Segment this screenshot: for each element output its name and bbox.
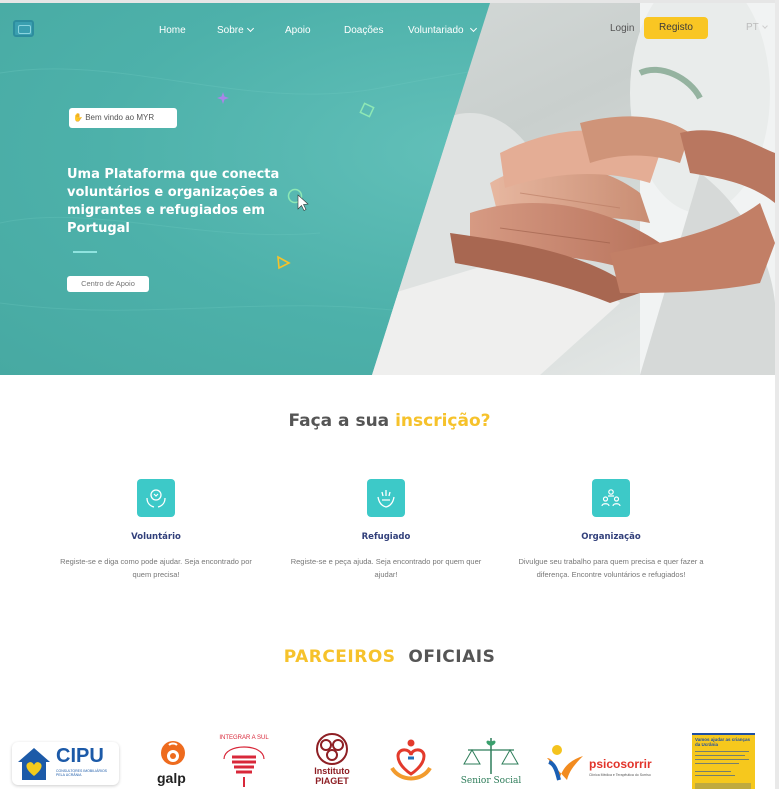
site-logo[interactable] xyxy=(13,20,34,37)
refugee-card-title: Refugiado xyxy=(361,532,411,542)
language-label: PT xyxy=(746,22,759,33)
hero-title: Uma Plataforma que conecta voluntários e… xyxy=(67,167,280,236)
hero-divider xyxy=(73,251,97,253)
diamond-shape-icon xyxy=(359,102,375,118)
partners-title: PARCEIROS OFICIAIS xyxy=(0,647,779,667)
poster-text-line xyxy=(695,751,749,752)
nav-apoio[interactable]: Apoio xyxy=(285,25,311,36)
psicosorrir-caption: Clínica Médica e Terapêutica do Sorriso xyxy=(589,773,651,777)
top-navigation: Home Sobre Apoio Doações Voluntariado Lo… xyxy=(0,0,779,60)
poster-text-line xyxy=(695,775,735,776)
partners-title-rest: OFICIAIS xyxy=(408,647,496,667)
nav-home[interactable]: Home xyxy=(159,25,186,36)
volunteer-card-description: Registe-se e diga como pode ajudar. Seja… xyxy=(60,557,252,579)
galp-wordmark: galp xyxy=(157,770,186,786)
register-button[interactable]: Registo xyxy=(644,17,708,39)
poster-text-line xyxy=(695,771,731,772)
nav-voluntariado-label: Voluntariado xyxy=(408,25,464,36)
partner-logo-senior-social[interactable]: Senior Social xyxy=(460,736,522,789)
partner-logo-psicosorrir[interactable]: psicosorrir Clínica Médica e Terapêutica… xyxy=(545,742,660,782)
triangle-shape-icon xyxy=(277,255,291,270)
signup-title: Faça a sua inscrição? xyxy=(0,411,779,431)
volunteer-card-title: Voluntário xyxy=(131,532,181,542)
organization-card-description: Divulgue seu trabalho para quem precisa … xyxy=(518,557,704,579)
chevron-down-icon xyxy=(469,24,477,33)
login-link[interactable]: Login xyxy=(610,23,634,34)
signup-title-highlight: inscrição? xyxy=(395,411,491,431)
nav-apoio-label: Apoio xyxy=(285,25,311,36)
partner-logo-ukraine-poster[interactable]: Vamos ajudar as crianças da Ucrânia xyxy=(692,733,755,789)
language-selector[interactable]: PT xyxy=(746,22,768,33)
star-shape-icon xyxy=(217,92,229,104)
nav-voluntariado[interactable]: Voluntariado xyxy=(408,24,477,36)
cipu-caption: CONSULTORES IMOBILIÁRIOS PELA UCRÂNIA xyxy=(56,769,108,777)
partners-title-highlight: PARCEIROS xyxy=(283,647,396,667)
senior-social-scales-icon xyxy=(463,738,519,774)
chevron-down-icon xyxy=(246,24,254,33)
cursor-icon xyxy=(287,188,309,211)
galp-mark-icon xyxy=(161,741,185,765)
poster-headline: Vamos ajudar as crianças da Ucrânia xyxy=(695,737,751,747)
volunteer-hands-icon xyxy=(137,479,175,517)
partner-logo-instituto-piaget[interactable]: Instituto PIAGET xyxy=(305,733,359,789)
nav-home-label: Home xyxy=(159,25,186,36)
support-center-button[interactable]: Centro de Apoio xyxy=(67,276,149,292)
welcome-badge: ✋ Bem vindo ao MYR xyxy=(69,108,177,128)
psicosorrir-wordmark: psicosorrir xyxy=(589,757,652,771)
partner-logo-heart-hands[interactable] xyxy=(390,738,432,784)
piaget-triskelion-icon xyxy=(316,733,348,765)
integrar-a-sul-wordmark: INTEGRAR A SUL xyxy=(219,735,269,741)
scrollbar[interactable] xyxy=(775,0,779,789)
organization-card[interactable]: Organização Divulgue seu trabalho para q… xyxy=(511,479,711,581)
poster-text-line xyxy=(695,763,739,764)
poster-text-line xyxy=(695,755,745,756)
nav-doacoes[interactable]: Doações xyxy=(344,25,383,36)
nav-sobre-label: Sobre xyxy=(217,25,244,36)
refugee-card[interactable]: Refugiado Registe-se e peça ajuda. Seja … xyxy=(286,479,486,581)
nav-sobre[interactable]: Sobre xyxy=(217,24,254,36)
psicosorrir-figure-icon xyxy=(547,745,583,781)
partner-logo-cipu[interactable]: CIPU CONSULTORES IMOBILIÁRIOS PELA UCRÂN… xyxy=(12,742,119,785)
organization-people-icon xyxy=(592,479,630,517)
welcome-badge-text: Bem vindo ao MYR xyxy=(85,113,155,122)
senior-social-wordmark: Senior Social xyxy=(460,776,522,786)
cipu-wordmark: CIPU xyxy=(56,745,104,767)
waving-hand-icon: ✋ xyxy=(73,113,83,122)
partner-logo-integrar-a-sul[interactable]: INTEGRAR A SUL xyxy=(218,733,270,789)
integrar-a-sul-mark-icon xyxy=(223,746,265,787)
poster-footer xyxy=(695,783,751,789)
chevron-down-icon xyxy=(761,23,768,29)
volunteer-card[interactable]: Voluntário Registe-se e diga como pode a… xyxy=(56,479,256,581)
organization-card-title: Organização xyxy=(581,532,641,542)
refugee-card-description: Registe-se e peça ajuda. Seja encontrado… xyxy=(290,557,482,579)
signup-title-prefix: Faça a sua xyxy=(288,411,396,431)
house-heart-icon xyxy=(18,748,50,780)
piaget-wordmark: Instituto PIAGET xyxy=(314,766,350,786)
heart-hands-icon xyxy=(390,739,432,781)
refugee-hands-icon xyxy=(367,479,405,517)
partner-logo-galp[interactable]: galp xyxy=(155,739,193,789)
nav-doacoes-label: Doações xyxy=(344,25,384,36)
poster-text-line xyxy=(695,759,749,760)
